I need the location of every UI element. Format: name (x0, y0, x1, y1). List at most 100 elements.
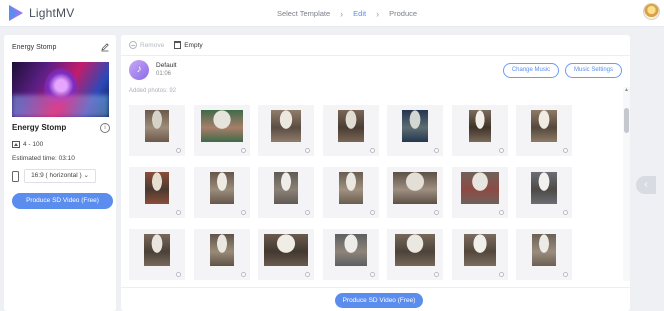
collapse-panel-icon[interactable]: ‹ (636, 176, 656, 194)
photo-thumbnail[interactable] (322, 167, 379, 218)
photo-thumbnail[interactable] (129, 167, 185, 218)
device-orientation-icon (12, 171, 19, 182)
photo-select-radio[interactable] (563, 272, 568, 277)
photo-image (395, 234, 435, 266)
photo-image (209, 172, 234, 204)
photo-toolbar: Remove Empty (129, 41, 213, 49)
photo-thumbnail[interactable] (322, 105, 379, 156)
photo-select-radio[interactable] (240, 272, 246, 277)
photo-select-radio[interactable] (369, 210, 375, 215)
empty-label: Empty (184, 41, 203, 49)
photo-image (531, 110, 557, 142)
photo-thumbnail[interactable] (451, 105, 508, 156)
photo-image (337, 110, 364, 142)
photo-image (460, 172, 499, 204)
music-settings-button[interactable]: Music Settings (565, 63, 622, 78)
photo-select-radio[interactable] (305, 210, 310, 215)
music-duration: 01:06 (156, 71, 172, 77)
preview-smoke (12, 95, 109, 117)
photo-image (271, 110, 301, 142)
step-produce[interactable]: Produce (385, 9, 421, 18)
edit-pencil-icon[interactable] (100, 42, 110, 52)
photo-image (532, 234, 556, 266)
photo-select-radio[interactable] (434, 148, 439, 153)
photo-select-radio[interactable] (240, 210, 246, 215)
photo-select-radio[interactable] (434, 272, 439, 277)
produce-sd-video-button[interactable]: Produce SD Video (Free) (12, 193, 113, 209)
editor-panel: Remove Empty ♪ Default 01:06 Change Musi… (121, 35, 630, 311)
added-photos-count: Added photos: 92 (129, 88, 177, 94)
photo-thumbnail[interactable] (258, 105, 314, 156)
photo-image (145, 172, 169, 204)
photo-thumbnail[interactable] (129, 229, 185, 280)
photo-thumbnail[interactable] (387, 229, 443, 280)
photo-thumbnail[interactable] (451, 167, 508, 218)
photo-select-radio[interactable] (369, 272, 375, 277)
photo-select-radio[interactable] (498, 210, 504, 215)
chevron-right-icon: › (376, 8, 380, 19)
user-avatar[interactable] (643, 3, 660, 20)
photo-thumbnail[interactable] (387, 167, 443, 218)
info-icon[interactable]: i (100, 123, 110, 133)
photo-thumbnail[interactable] (516, 105, 572, 156)
photo-select-radio[interactable] (563, 210, 568, 215)
photo-select-radio[interactable] (563, 148, 568, 153)
photo-image (144, 234, 170, 266)
photo-select-radio[interactable] (176, 272, 181, 277)
photo-thumbnail[interactable] (322, 229, 379, 280)
photo-grid-scrollbar[interactable]: ▲ (623, 87, 630, 281)
photo-select-radio[interactable] (240, 148, 246, 153)
image-icon (12, 141, 20, 148)
step-breadcrumb: Select Template › Edit › Produce (0, 0, 664, 27)
photo-image (145, 110, 169, 142)
template-title: Energy Stomp (12, 44, 57, 51)
photo-grid (121, 99, 623, 281)
photo-select-radio[interactable] (498, 272, 504, 277)
photo-thumbnail[interactable] (193, 229, 250, 280)
remove-button[interactable]: Remove (129, 41, 164, 49)
photo-thumbnail[interactable] (193, 167, 250, 218)
remove-label: Remove (140, 41, 165, 49)
step-select-template[interactable]: Select Template (273, 9, 334, 18)
editor-footer: Produce SD Video (Free) (121, 287, 630, 311)
photo-select-radio[interactable] (434, 210, 439, 215)
photo-thumbnail[interactable] (516, 167, 572, 218)
photo-select-radio[interactable] (305, 148, 310, 153)
step-edit[interactable]: Edit (349, 9, 370, 18)
aspect-ratio-select[interactable]: 16:9 ( horizontal ) ⌄ (24, 169, 96, 183)
template-preview-image[interactable] (12, 62, 109, 117)
produce-sd-video-bottom-button[interactable]: Produce SD Video (Free) (335, 293, 423, 308)
chevron-down-icon: ⌄ (83, 172, 89, 179)
photo-select-radio[interactable] (498, 148, 504, 153)
photo-image (274, 172, 298, 204)
photo-thumbnail[interactable] (258, 167, 314, 218)
scroll-up-icon[interactable]: ▲ (624, 87, 629, 93)
photo-select-radio[interactable] (305, 272, 310, 277)
scrollbar-thumb[interactable] (624, 108, 629, 133)
photo-thumbnail[interactable] (258, 229, 314, 280)
photo-thumbnail[interactable] (193, 105, 250, 156)
photo-select-radio[interactable] (369, 148, 375, 153)
photo-image (402, 110, 428, 142)
photo-image (334, 234, 367, 266)
music-name: Default (156, 62, 177, 69)
photo-image (338, 172, 363, 204)
photo-image (531, 172, 557, 204)
theme-name: Energy Stomp (12, 123, 67, 132)
photo-thumbnail[interactable] (129, 105, 185, 156)
top-header: LightMV Select Template › Edit › Produce (0, 0, 664, 27)
photo-select-radio[interactable] (176, 148, 181, 153)
photo-select-radio[interactable] (176, 210, 181, 215)
aspect-ratio-value: 16:9 ( horizontal ) (31, 172, 82, 179)
photo-thumbnail[interactable] (451, 229, 508, 280)
photo-thumbnail[interactable] (516, 229, 572, 280)
trash-icon (174, 41, 182, 49)
divider (121, 55, 630, 56)
photo-image (393, 172, 437, 204)
empty-button[interactable]: Empty (174, 41, 203, 49)
photo-thumbnail[interactable] (387, 105, 443, 156)
chevron-right-icon: › (340, 8, 344, 19)
change-music-button[interactable]: Change Music (503, 63, 559, 78)
photo-range: 4 - 100 (12, 141, 43, 148)
music-note-icon: ♪ (129, 60, 149, 80)
